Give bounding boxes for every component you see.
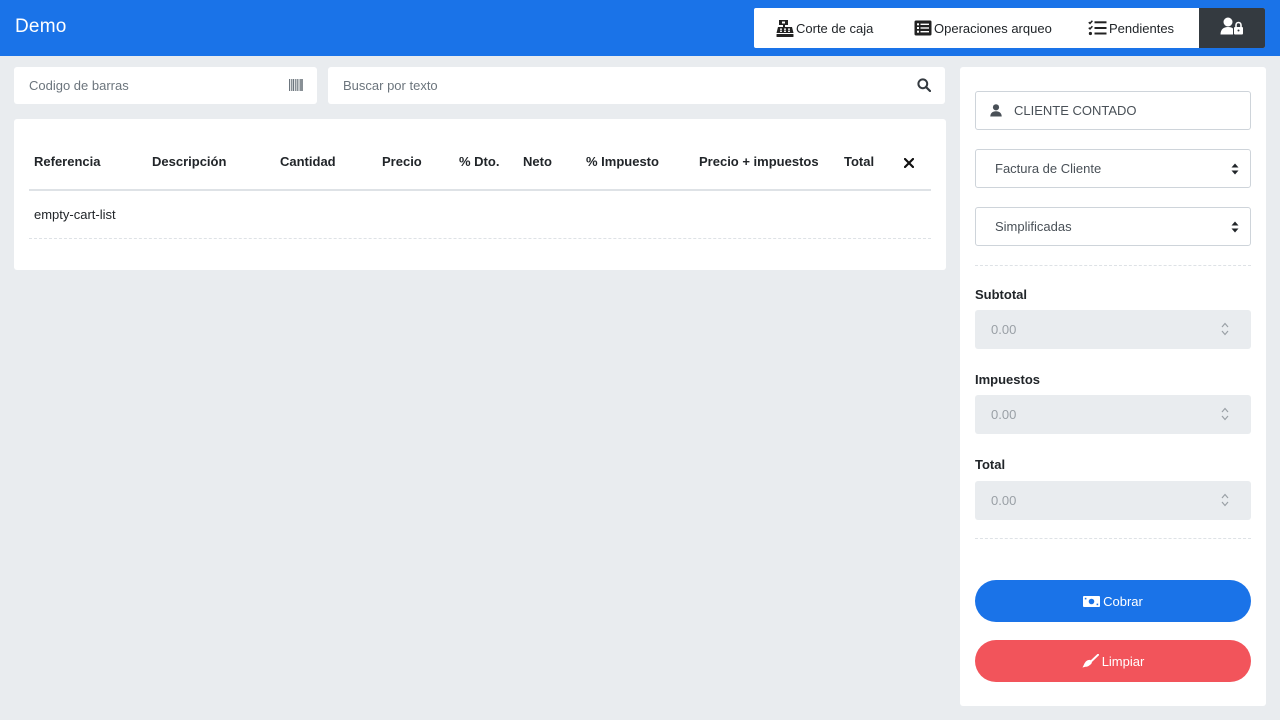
taxes-value: 0.00 <box>991 407 1017 422</box>
column-header-neto: Neto <box>523 154 552 169</box>
pay-button-label: Cobrar <box>1103 593 1143 609</box>
app-title[interactable]: Demo <box>15 16 66 38</box>
user-icon <box>990 104 1002 117</box>
user-menu-button[interactable] <box>1199 8 1265 48</box>
number-spinner-icon <box>1221 407 1229 424</box>
column-header-total: Total <box>844 154 875 169</box>
client-field[interactable]: CLIENTE CONTADO <box>975 91 1251 130</box>
number-spinner-icon <box>1221 493 1229 510</box>
column-header-precio-impuestos: Precio + impuestos <box>699 154 819 169</box>
text-search-input[interactable] <box>328 67 945 104</box>
barcode-field-wrapper <box>14 67 317 104</box>
checkout-panel: CLIENTE CONTADO Factura de Cliente Simpl… <box>960 67 1266 706</box>
total-label: Total <box>975 457 1006 472</box>
column-header-impuesto: % Impuesto <box>586 154 659 169</box>
divider <box>975 265 1251 266</box>
user-lock-icon <box>1220 17 1244 40</box>
pay-button[interactable]: Cobrar <box>975 580 1251 622</box>
series-select[interactable]: Simplificadas <box>975 207 1251 246</box>
broom-icon <box>1082 654 1099 668</box>
taxes-field: 0.00 <box>975 395 1251 434</box>
money-bill-icon <box>1083 595 1101 607</box>
cart-table: Referencia Descripción Cantidad Precio %… <box>14 119 946 270</box>
nav-item-corte-de-caja[interactable]: Corte de caja <box>754 8 894 48</box>
text-search-wrapper <box>328 67 945 104</box>
cart-table-header: Referencia Descripción Cantidad Precio %… <box>29 119 931 191</box>
cash-register-icon <box>776 19 794 37</box>
table-row: empty-cart-list <box>29 193 931 239</box>
sort-caret-icon <box>1231 163 1239 178</box>
list-alt-icon <box>914 20 932 36</box>
top-nav-menu: Corte de caja Operaciones arqueo Pendien… <box>754 8 1265 48</box>
column-header-descuento: % Dto. <box>459 154 500 169</box>
number-spinner-icon <box>1221 322 1229 339</box>
clear-button-label: Limpiar <box>1101 653 1145 669</box>
close-icon[interactable] <box>903 155 915 173</box>
nav-item-pendientes[interactable]: Pendientes <box>1071 8 1199 48</box>
sort-caret-icon <box>1231 221 1239 236</box>
total-field: 0.00 <box>975 481 1251 520</box>
barcode-input[interactable] <box>14 67 317 104</box>
taxes-label: Impuestos <box>975 372 1041 387</box>
series-value: Simplificadas <box>995 219 1072 234</box>
divider <box>975 538 1251 539</box>
client-name: CLIENTE CONTADO <box>1014 103 1137 118</box>
barcode-icon <box>289 78 303 96</box>
column-header-descripcion: Descripción <box>152 154 227 169</box>
column-header-precio: Precio <box>382 154 422 169</box>
nav-item-label: Corte de caja <box>796 20 874 36</box>
document-type-value: Factura de Cliente <box>995 161 1102 176</box>
subtotal-label: Subtotal <box>975 287 1027 302</box>
total-value: 0.00 <box>991 493 1017 508</box>
search-icon[interactable] <box>917 78 932 97</box>
clear-button[interactable]: Limpiar <box>975 640 1251 682</box>
column-header-referencia: Referencia <box>34 154 101 169</box>
nav-item-label: Pendientes <box>1109 20 1175 36</box>
document-type-select[interactable]: Factura de Cliente <box>975 149 1251 188</box>
column-header-cantidad: Cantidad <box>280 154 336 169</box>
subtotal-field: 0.00 <box>975 310 1251 349</box>
nav-item-label: Operaciones arqueo <box>934 20 1052 36</box>
nav-item-operaciones-arqueo[interactable]: Operaciones arqueo <box>894 8 1071 48</box>
empty-cart-text: empty-cart-list <box>34 207 116 222</box>
tasks-icon <box>1088 20 1107 36</box>
top-navbar: Demo Corte de caja Operaciones arqueo Pe… <box>0 0 1280 56</box>
subtotal-value: 0.00 <box>991 322 1017 337</box>
